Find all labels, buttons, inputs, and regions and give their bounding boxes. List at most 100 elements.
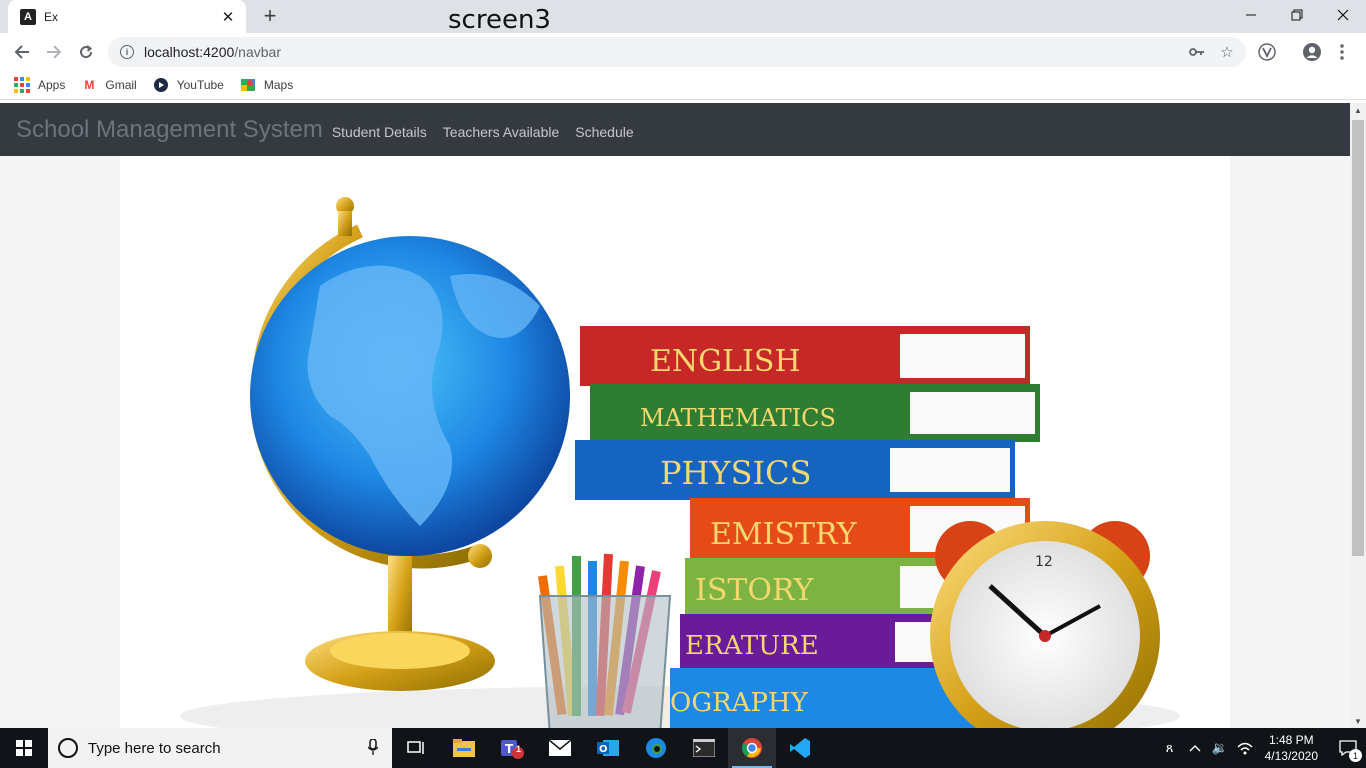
search-placeholder: Type here to search: [88, 739, 221, 757]
bookmark-label: Gmail: [105, 78, 137, 92]
back-arrow-icon: [14, 45, 29, 59]
url-path: /navbar: [234, 44, 281, 60]
close-window-button[interactable]: [1320, 0, 1366, 30]
browser-tab[interactable]: A Ex ✕: [8, 0, 246, 33]
bookmark-youtube[interactable]: YouTube: [153, 77, 224, 93]
vscode-icon: [790, 738, 810, 758]
tab-title: Ex: [44, 9, 59, 24]
clock-date: 4/13/2020: [1264, 749, 1318, 763]
bookmark-star-icon[interactable]: ☆: [1216, 41, 1238, 63]
terminal-icon: [693, 739, 715, 757]
taskbar-clock[interactable]: 1:48 PM 4/13/2020: [1265, 732, 1318, 764]
taskbar-search-box[interactable]: Type here to search: [48, 728, 392, 768]
reload-button[interactable]: [74, 40, 98, 64]
taskbar-terminal[interactable]: [680, 728, 728, 768]
key-icon[interactable]: [1186, 41, 1208, 63]
scroll-down-arrow-icon[interactable]: ▼: [1350, 714, 1366, 728]
task-view-button[interactable]: [392, 728, 440, 768]
action-center-button[interactable]: 1: [1330, 728, 1366, 768]
mail-icon: [549, 740, 571, 756]
book-spine-mathematics: MATHEMATICS: [640, 404, 836, 432]
scroll-thumb[interactable]: [1352, 120, 1364, 556]
svg-text:O: O: [599, 744, 608, 755]
book-spine-literature: ERATURE: [685, 631, 819, 661]
taskbar-mail[interactable]: [536, 728, 584, 768]
bookmark-maps[interactable]: Maps: [240, 77, 293, 93]
browser-menu-icon[interactable]: [1330, 40, 1354, 64]
gmail-icon: M: [84, 78, 95, 92]
bookmark-label: YouTube: [176, 78, 224, 92]
notification-count: 1: [1349, 749, 1362, 762]
globe-graphic: [250, 197, 570, 691]
youtube-icon: [153, 77, 169, 93]
file-explorer-icon: [453, 739, 475, 757]
profile-avatar-icon[interactable]: [1300, 40, 1324, 64]
bookmark-gmail[interactable]: M Gmail: [81, 77, 136, 93]
reload-icon: [80, 45, 93, 59]
cortana-icon: [58, 738, 78, 758]
app-navbar: School Management System Student Details…: [0, 103, 1350, 156]
chrome-icon: [742, 738, 762, 758]
site-info-icon[interactable]: i: [120, 45, 134, 59]
url-host: localhost:4200: [144, 44, 235, 60]
minimize-button[interactable]: [1228, 0, 1274, 30]
screen-overlay-label: screen3: [448, 5, 551, 35]
url-text[interactable]: localhost:4200/navbar: [144, 44, 1186, 60]
clock-time: 1:48 PM: [1268, 733, 1314, 747]
navbar-brand[interactable]: School Management System: [16, 116, 323, 144]
extension-v-icon[interactable]: [1255, 40, 1279, 64]
back-button[interactable]: [10, 40, 34, 64]
microphone-icon[interactable]: [367, 737, 379, 758]
book-spine-chemistry: EMISTRY: [710, 517, 858, 552]
system-tray: ጸ 🔉 1:48 PM 4/13/2020 1: [1159, 728, 1366, 768]
book-spine-geography: OGRAPHY: [670, 688, 809, 718]
svg-text:12: 12: [1035, 554, 1053, 570]
hero-image: ENGLISH MATHEMATICS PHYSICS EMISTRY ISTO…: [120, 156, 1230, 728]
nav-link-student-details[interactable]: Student Details: [332, 124, 427, 140]
edge-icon: [646, 738, 666, 758]
wifi-icon[interactable]: [1234, 728, 1256, 768]
bookmark-label: Apps: [38, 78, 66, 92]
taskbar-teams[interactable]: T 1: [488, 728, 536, 768]
alarm-clock-graphic: 12: [930, 521, 1160, 728]
page-scrollbar[interactable]: ▲ ▼: [1350, 103, 1366, 728]
book-spine-physics: PHYSICS: [660, 454, 812, 492]
bookmarks-bar: Apps M Gmail YouTube Maps: [0, 71, 1366, 100]
taskbar-file-explorer[interactable]: [440, 728, 488, 768]
angular-favicon-icon: A: [20, 8, 36, 25]
people-icon[interactable]: ጸ: [1159, 728, 1181, 768]
task-view-icon: [407, 741, 424, 754]
browser-toolbar: i localhost:4200/navbar ☆: [0, 33, 1366, 71]
school-supplies-illustration: ENGLISH MATHEMATICS PHYSICS EMISTRY ISTO…: [180, 197, 1180, 728]
bookmark-apps[interactable]: Apps: [14, 77, 65, 93]
windows-logo-icon: [16, 740, 32, 756]
windows-taskbar: Type here to search T 1 O ጸ 🔉 1:48 PM 4/…: [0, 728, 1366, 768]
outlook-icon: O: [597, 740, 619, 756]
page-viewport: School Management System Student Details…: [0, 103, 1350, 728]
pencil-cup-graphic: [538, 553, 672, 728]
start-button[interactable]: [0, 728, 48, 768]
new-tab-button[interactable]: +: [256, 5, 284, 28]
minimize-icon: [1246, 14, 1256, 16]
book-spine-history: ISTORY: [695, 573, 815, 608]
nav-link-teachers-available[interactable]: Teachers Available: [443, 124, 559, 140]
restore-button[interactable]: [1274, 0, 1320, 30]
close-tab-icon[interactable]: ✕: [220, 9, 236, 26]
apps-grid-icon: [14, 77, 30, 93]
taskbar-edge[interactable]: [632, 728, 680, 768]
teams-badge: 1: [516, 744, 522, 754]
forward-button[interactable]: [42, 40, 66, 64]
nav-link-schedule[interactable]: Schedule: [575, 124, 633, 140]
address-bar[interactable]: i localhost:4200/navbar ☆: [108, 37, 1246, 67]
taskbar-vscode[interactable]: [776, 728, 824, 768]
maps-icon: [240, 77, 256, 93]
scroll-up-arrow-icon[interactable]: ▲: [1350, 103, 1366, 117]
bookmark-label: Maps: [263, 78, 294, 92]
chevron-up-icon[interactable]: [1184, 728, 1206, 768]
volume-icon[interactable]: 🔉: [1209, 728, 1231, 768]
book-spine-english: ENGLISH: [650, 344, 801, 379]
taskbar-outlook[interactable]: O: [584, 728, 632, 768]
close-window-icon: [1337, 9, 1349, 21]
taskbar-chrome[interactable]: [728, 728, 776, 768]
browser-tabstrip: A Ex ✕ + screen3: [0, 0, 1366, 35]
